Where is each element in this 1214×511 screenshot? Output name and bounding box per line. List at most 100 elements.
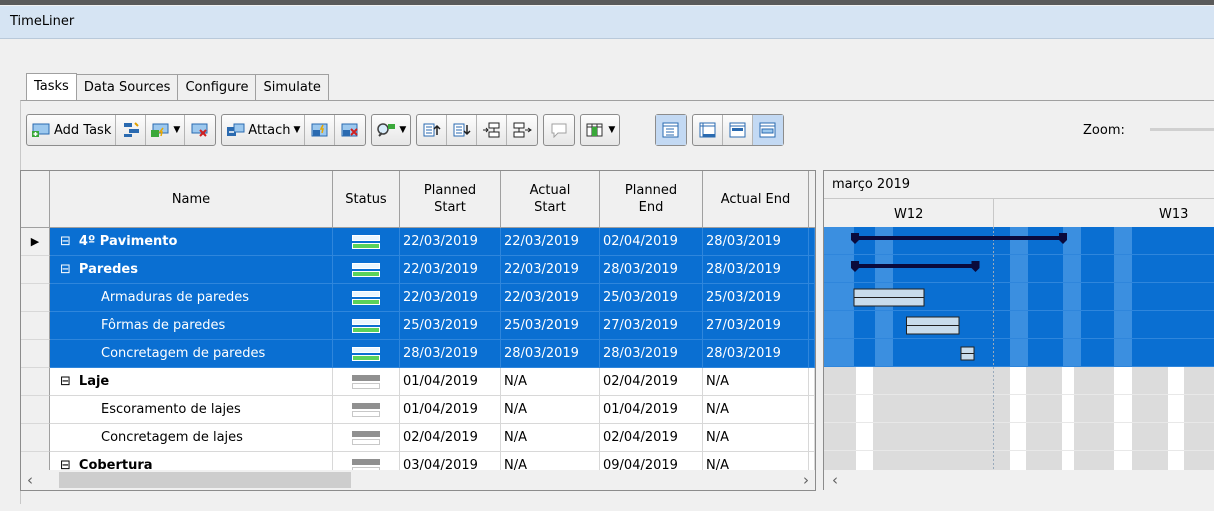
move-down-button[interactable]: [447, 115, 478, 145]
task-name-cell[interactable]: Concretagem de paredes: [50, 340, 333, 368]
actual-start-cell[interactable]: N/A: [501, 396, 600, 424]
table-row[interactable]: Concretagem de lajes 02/04/2019 N/A 02/04/2…: [21, 424, 815, 452]
actual-start-cell[interactable]: N/A: [501, 424, 600, 452]
table-row[interactable]: ⊟ Cobertura 03/04/2019 N/A 09/04/2019 N/A: [21, 452, 815, 471]
task-name-cell[interactable]: ⊟ 4º Pavimento: [50, 228, 333, 256]
detach-button[interactable]: [335, 115, 365, 145]
add-comment-button[interactable]: [544, 115, 574, 145]
table-row[interactable]: Armaduras de paredes 22/03/2019 22/03/2019…: [21, 284, 815, 312]
gantt-horizontal-scrollbar[interactable]: ‹: [823, 470, 1214, 490]
actual-end-cell[interactable]: 28/03/2019: [703, 256, 809, 284]
actual-start-cell[interactable]: 22/03/2019: [501, 228, 600, 256]
planned-end-cell[interactable]: 28/03/2019: [600, 340, 703, 368]
task-name-cell[interactable]: Fôrmas de paredes: [50, 312, 333, 340]
scroll-left-icon[interactable]: ‹: [832, 471, 838, 489]
zoom-slider[interactable]: [1150, 128, 1214, 131]
row-header[interactable]: [21, 368, 50, 396]
actual-end-cell[interactable]: 28/03/2019: [703, 228, 809, 256]
actual-end-cell[interactable]: 25/03/2019: [703, 284, 809, 312]
actual-end-cell[interactable]: N/A: [703, 396, 809, 424]
planned-start-cell[interactable]: 28/03/2019: [400, 340, 501, 368]
tab-tasks[interactable]: Tasks: [26, 73, 77, 101]
planned-start-cell[interactable]: 22/03/2019: [400, 256, 501, 284]
actual-start-cell[interactable]: N/A: [501, 368, 600, 396]
move-up-button[interactable]: [417, 115, 448, 145]
actual-end-cell[interactable]: 28/03/2019: [703, 340, 809, 368]
planned-start-cell[interactable]: 01/04/2019: [400, 396, 501, 424]
table-row[interactable]: Fôrmas de paredes 25/03/2019 25/03/2019 27/…: [21, 312, 815, 340]
attach-button[interactable]: Attach ▼: [222, 115, 306, 145]
planned-end-cell[interactable]: 02/04/2019: [600, 424, 703, 452]
delete-task-button[interactable]: [185, 115, 215, 145]
task-name-cell[interactable]: Escoramento de lajes: [50, 396, 333, 424]
actual-start-cell[interactable]: N/A: [501, 452, 600, 471]
task-name-cell[interactable]: ⊟ Cobertura: [50, 452, 333, 471]
planned-end-cell[interactable]: 02/04/2019: [600, 228, 703, 256]
row-header[interactable]: [21, 284, 50, 312]
task-name-cell[interactable]: ⊟ Paredes: [50, 256, 333, 284]
collapse-icon[interactable]: ⊟: [60, 374, 71, 389]
planned-start-cell[interactable]: 25/03/2019: [400, 312, 501, 340]
auto-add-tasks-button[interactable]: ▼: [146, 115, 186, 145]
view-gantt-only-button[interactable]: [723, 115, 754, 145]
collapse-icon[interactable]: ⊟: [60, 234, 71, 249]
scroll-right-icon[interactable]: ›: [803, 471, 809, 489]
find-items-button[interactable]: ▼: [372, 115, 410, 145]
task-name-cell[interactable]: ⊟ Laje: [50, 368, 333, 396]
table-row[interactable]: ⊟ Laje 01/04/2019 N/A 02/04/2019 N/A: [21, 368, 815, 396]
planned-end-cell[interactable]: 28/03/2019: [600, 256, 703, 284]
row-header[interactable]: [21, 256, 50, 284]
actual-end-cell[interactable]: 27/03/2019: [703, 312, 809, 340]
planned-start-cell[interactable]: 22/03/2019: [400, 228, 501, 256]
indent-button[interactable]: [477, 115, 508, 145]
table-row[interactable]: Escoramento de lajes 01/04/2019 N/A 01/04/2…: [21, 396, 815, 424]
actual-end-cell[interactable]: N/A: [703, 368, 809, 396]
planned-start-cell[interactable]: 22/03/2019: [400, 284, 501, 312]
task-name-cell[interactable]: Armaduras de paredes: [50, 284, 333, 312]
row-header[interactable]: [21, 396, 50, 424]
row-header[interactable]: [21, 424, 50, 452]
insert-task-button[interactable]: [116, 115, 147, 145]
actual-start-cell[interactable]: 25/03/2019: [501, 312, 600, 340]
table-row[interactable]: Concretagem de paredes 28/03/2019 28/03/20…: [21, 340, 815, 368]
actual-start-cell[interactable]: 22/03/2019: [501, 256, 600, 284]
scroll-left-icon[interactable]: ‹: [27, 471, 33, 489]
table-row[interactable]: ⊟ Paredes 22/03/2019 22/03/2019 28/03/2019 28…: [21, 256, 815, 284]
add-task-button[interactable]: Add Task: [27, 115, 117, 145]
view-grid-only-button[interactable]: [693, 115, 724, 145]
column-header-planned-start[interactable]: Planned Start: [400, 171, 501, 227]
column-header-planned-end[interactable]: Planned End: [600, 171, 703, 227]
grid-horizontal-scrollbar[interactable]: ‹ ›: [20, 470, 816, 491]
planned-end-cell[interactable]: 25/03/2019: [600, 284, 703, 312]
tab-configure[interactable]: Configure: [177, 74, 257, 100]
collapse-icon[interactable]: ⊟: [60, 262, 71, 277]
task-name-cell[interactable]: Concretagem de lajes: [50, 424, 333, 452]
planned-end-cell[interactable]: 27/03/2019: [600, 312, 703, 340]
show-grid-gantt-button[interactable]: [656, 115, 687, 145]
auto-attach-button[interactable]: [305, 115, 336, 145]
table-row[interactable]: ▶ ⊟ 4º Pavimento 22/03/2019 22/03/2019 02/04/…: [21, 228, 815, 256]
row-header[interactable]: [21, 340, 50, 368]
planned-end-cell[interactable]: 09/04/2019: [600, 452, 703, 471]
column-header-actual-start[interactable]: Actual Start: [501, 171, 600, 227]
actual-end-cell[interactable]: N/A: [703, 452, 809, 471]
row-header[interactable]: [21, 452, 50, 471]
planned-end-cell[interactable]: 02/04/2019: [600, 368, 703, 396]
tab-data-sources[interactable]: Data Sources: [75, 74, 179, 100]
actual-end-cell[interactable]: N/A: [703, 424, 809, 452]
tab-simulate[interactable]: Simulate: [255, 74, 329, 100]
row-header[interactable]: ▶: [21, 228, 50, 256]
planned-start-cell[interactable]: 03/04/2019: [400, 452, 501, 471]
outdent-button[interactable]: [507, 115, 537, 145]
planned-start-cell[interactable]: 02/04/2019: [400, 424, 501, 452]
scrollbar-thumb[interactable]: [59, 472, 351, 488]
view-split-button[interactable]: [753, 115, 784, 145]
row-header[interactable]: [21, 312, 50, 340]
column-header-status[interactable]: Status: [333, 171, 400, 227]
columns-button[interactable]: ▼: [581, 115, 619, 145]
actual-start-cell[interactable]: 28/03/2019: [501, 340, 600, 368]
actual-start-cell[interactable]: 22/03/2019: [501, 284, 600, 312]
column-header-name[interactable]: Name: [50, 171, 333, 227]
column-header-actual-end[interactable]: Actual End: [703, 171, 809, 227]
planned-start-cell[interactable]: 01/04/2019: [400, 368, 501, 396]
